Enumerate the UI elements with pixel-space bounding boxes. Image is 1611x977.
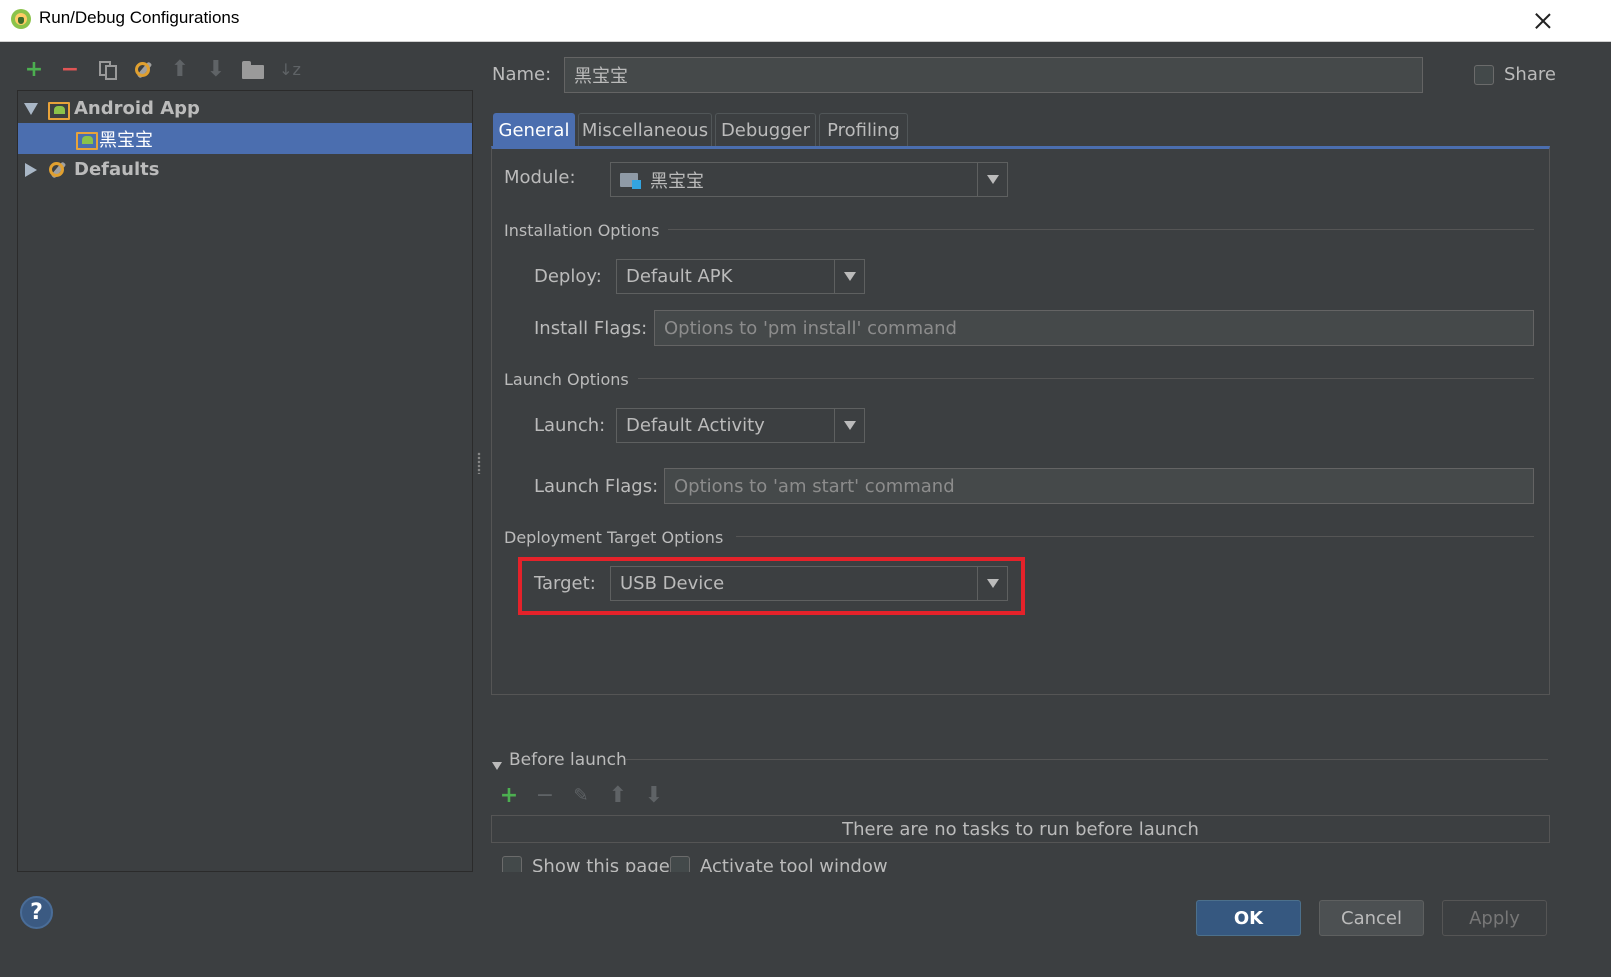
- tab-debugger[interactable]: Debugger: [715, 113, 816, 146]
- move-up-icon[interactable]: ⬆: [168, 58, 192, 82]
- tab-general[interactable]: General: [493, 113, 575, 146]
- folder-icon[interactable]: [241, 58, 265, 82]
- separator: [736, 536, 1534, 537]
- tree-group-label: Android App: [74, 98, 200, 119]
- install-flags-input[interactable]: Options to 'pm install' command: [654, 310, 1534, 346]
- tab-profiling[interactable]: Profiling: [819, 113, 908, 146]
- remove-task-icon[interactable]: −: [533, 784, 557, 808]
- share-checkbox[interactable]: [1474, 65, 1494, 85]
- activate-tool-window-label: Activate tool window: [700, 856, 888, 872]
- launch-flags-input[interactable]: Options to 'am start' command: [664, 468, 1534, 504]
- defaults-wrench-icon: [47, 159, 69, 181]
- separator: [626, 759, 1548, 760]
- deploy-label: Deploy:: [534, 266, 602, 287]
- activate-tool-window-checkbox[interactable]: [670, 856, 690, 872]
- add-icon[interactable]: +: [22, 58, 46, 82]
- tab-miscellaneous[interactable]: Miscellaneous: [578, 113, 712, 146]
- dropdown-arrow-icon[interactable]: [834, 260, 864, 293]
- installation-options-title: Installation Options: [504, 221, 660, 240]
- deploy-combo[interactable]: Default APK: [616, 259, 865, 294]
- launch-flags-label: Launch Flags:: [534, 476, 659, 497]
- collapse-arrow-icon[interactable]: [25, 162, 37, 177]
- empty-tasks-text: There are no tasks to run before launch: [842, 818, 1199, 840]
- close-icon[interactable]: [1528, 6, 1558, 36]
- tree-group-label: Defaults: [74, 159, 160, 180]
- remove-icon[interactable]: −: [58, 58, 82, 82]
- move-task-up-icon[interactable]: ⬆: [606, 784, 630, 808]
- separator: [638, 378, 1534, 379]
- help-button[interactable]: ?: [20, 896, 53, 929]
- tree-item-label: 黑宝宝: [99, 129, 153, 151]
- sort-icon[interactable]: ↓z: [278, 58, 302, 82]
- module-combo[interactable]: 黑宝宝: [610, 162, 1008, 197]
- android-app-icon: [48, 101, 70, 120]
- module-label: Module:: [504, 167, 576, 188]
- android-app-icon: [76, 131, 98, 150]
- launch-options-title: Launch Options: [504, 370, 629, 389]
- dropdown-arrow-icon[interactable]: [834, 409, 864, 442]
- tree-group-defaults[interactable]: Defaults: [18, 154, 472, 185]
- edit-defaults-icon[interactable]: [132, 58, 156, 82]
- before-launch-title[interactable]: Before launch: [509, 750, 627, 770]
- module-value: 黑宝宝: [650, 170, 704, 192]
- before-launch-options: Show this page Activate tool window: [491, 850, 1550, 872]
- title-bar: Run/Debug Configurations: [0, 0, 1611, 42]
- android-studio-icon: [11, 9, 31, 29]
- ok-button[interactable]: OK: [1196, 900, 1301, 936]
- module-icon: [620, 171, 642, 189]
- add-task-icon[interactable]: +: [497, 784, 521, 808]
- install-flags-label: Install Flags:: [534, 318, 648, 339]
- dropdown-arrow-icon[interactable]: [977, 163, 1007, 196]
- share-label: Share: [1504, 64, 1556, 85]
- before-launch-collapse-icon[interactable]: [492, 755, 502, 774]
- separator: [668, 229, 1534, 230]
- configurations-tree[interactable]: Android App 黑宝宝 Defaults: [17, 90, 473, 872]
- expand-arrow-icon[interactable]: [24, 102, 38, 115]
- deploy-value: Default APK: [626, 266, 733, 287]
- launch-combo[interactable]: Default Activity: [616, 408, 865, 443]
- name-input[interactable]: 黑宝宝: [564, 57, 1423, 93]
- launch-label: Launch:: [534, 415, 606, 436]
- window-title: Run/Debug Configurations: [39, 8, 240, 27]
- show-page-checkbox[interactable]: [502, 856, 522, 872]
- splitter-handle[interactable]: [477, 452, 481, 474]
- deployment-target-title: Deployment Target Options: [504, 528, 724, 547]
- move-down-icon[interactable]: ⬇: [204, 58, 228, 82]
- launch-value: Default Activity: [626, 415, 765, 436]
- cancel-button[interactable]: Cancel: [1319, 900, 1424, 936]
- highlight-box: [518, 557, 1025, 615]
- copy-icon[interactable]: [96, 58, 120, 82]
- tree-group-android-app[interactable]: Android App: [18, 93, 472, 124]
- apply-button[interactable]: Apply: [1442, 900, 1547, 936]
- name-label: Name:: [492, 64, 552, 85]
- move-task-down-icon[interactable]: ⬇: [642, 784, 666, 808]
- tree-item-config[interactable]: 黑宝宝: [18, 123, 472, 154]
- edit-task-icon[interactable]: ✎: [569, 784, 593, 808]
- before-launch-task-list[interactable]: There are no tasks to run before launch: [491, 815, 1550, 843]
- show-page-label: Show this page: [532, 856, 670, 872]
